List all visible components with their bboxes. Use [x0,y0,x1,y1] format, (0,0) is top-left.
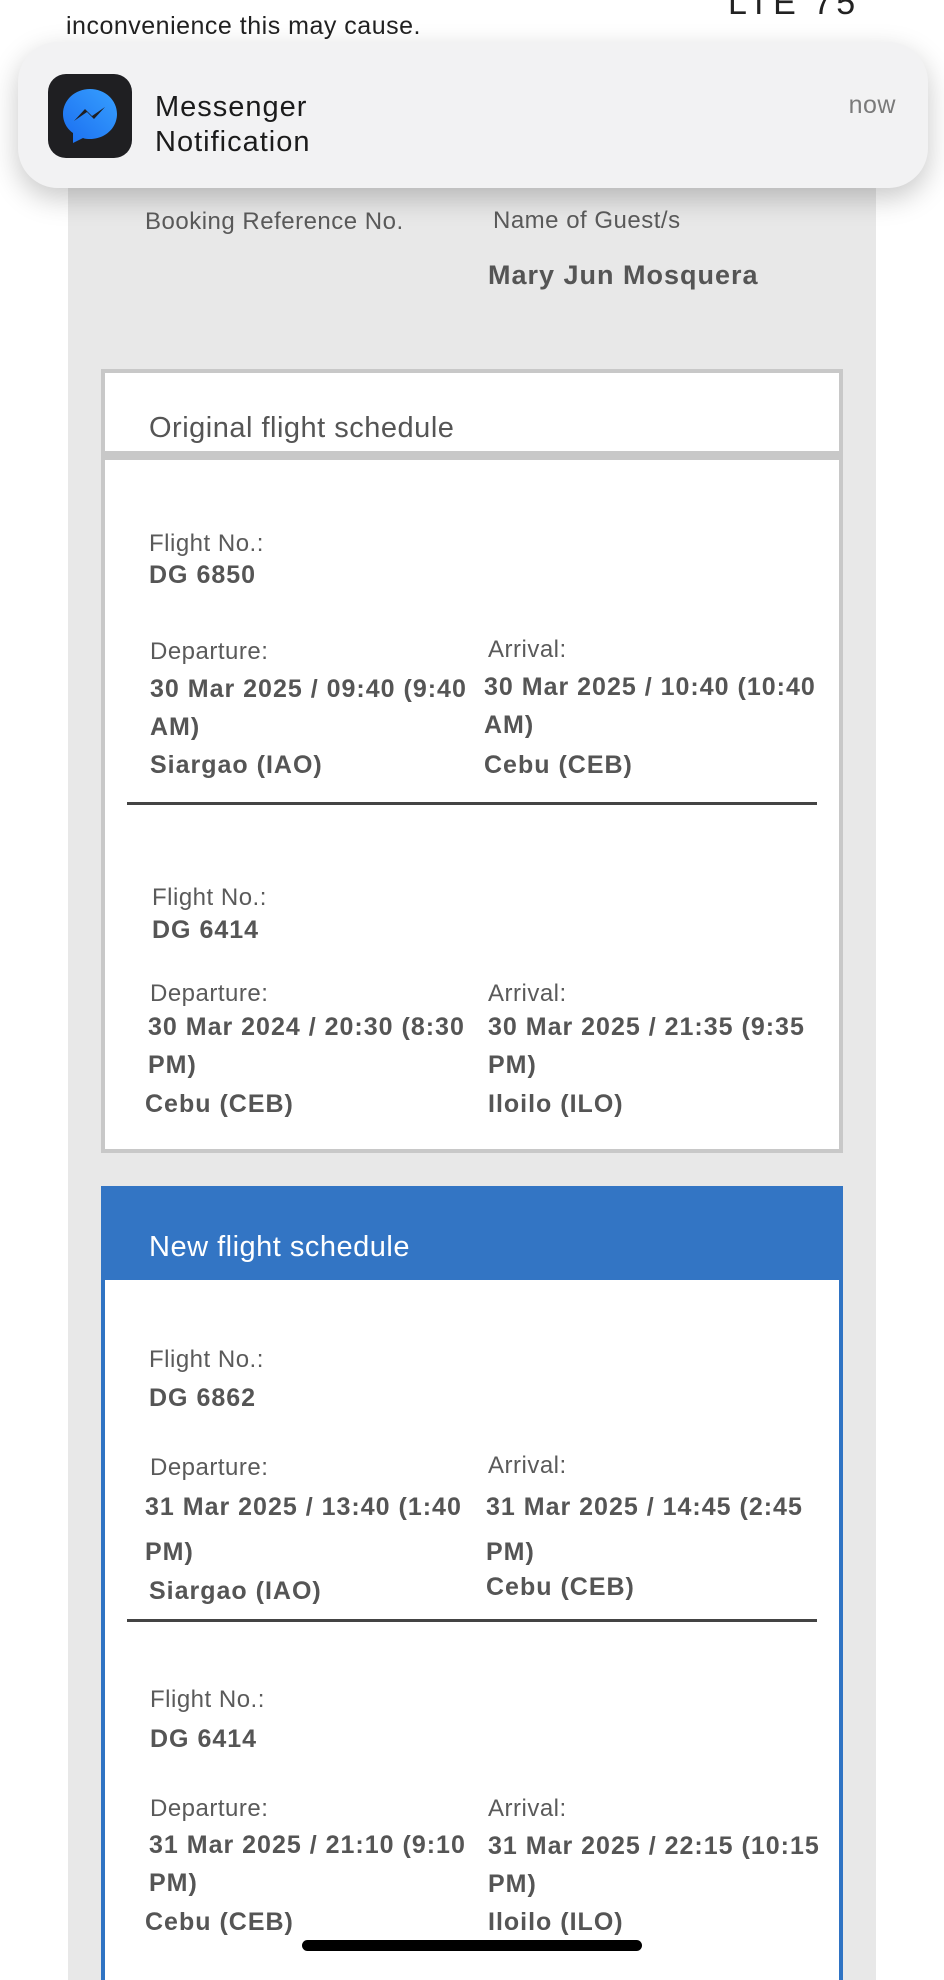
status-bar-text: LTE 75 [728,0,860,22]
flight-number-value: DG 6862 [149,1384,257,1412]
flight-number-label: Flight No.: [152,884,267,911]
arrival-airport: Cebu (CEB) [484,751,633,779]
new-schedule-title: New flight schedule [149,1231,410,1263]
notification-title: Messenger Notification [155,91,311,158]
arrival-time: 30 Mar 2025 / 21:35 (9:35 PM) [488,1013,805,1079]
departure-time: 31 Mar 2025 / 13:40 (1:40 PM) [145,1493,462,1566]
guest-name-value: Mary Jun Mosquera [488,260,759,290]
departure-airport: Siargao (IAO) [149,1577,322,1605]
departure-airport: Cebu (CEB) [145,1908,294,1936]
departure-time: 31 Mar 2025 / 21:10 (9:10 PM) [149,1831,466,1897]
original-schedule-title: Original flight schedule [149,412,455,444]
arrival-label: Arrival: [488,1795,567,1822]
notification-time: now [848,91,896,119]
arrival-airport: Iloilo (ILO) [488,1908,624,1936]
email-intro-text: inconvenience this may cause. [66,12,421,40]
notification-banner[interactable]: Messenger Notification now [18,42,928,188]
departure-label: Departure: [150,638,269,665]
flight-number-label: Flight No.: [149,1346,264,1373]
arrival-airport: Iloilo (ILO) [488,1090,624,1118]
arrival-time: 30 Mar 2025 / 10:40 (10:40 AM) [484,673,816,739]
flight-divider [127,802,817,805]
messenger-icon [48,74,132,158]
home-indicator[interactable] [302,1940,642,1951]
arrival-label: Arrival: [488,980,567,1007]
departure-label: Departure: [150,1454,269,1481]
flight-number-value: DG 6850 [149,561,257,589]
original-schedule-header-divider [101,451,843,460]
flight-number-label: Flight No.: [149,530,264,557]
arrival-label: Arrival: [488,1452,567,1479]
departure-airport: Siargao (IAO) [150,751,323,779]
guest-name-label: Name of Guest/s [493,207,681,234]
departure-label: Departure: [150,1795,269,1822]
flight-number-value: DG 6414 [150,1725,258,1753]
flight-number-label: Flight No.: [150,1686,265,1713]
arrival-airport: Cebu (CEB) [486,1573,635,1601]
booking-reference-label: Booking Reference No. [145,208,404,235]
departure-label: Departure: [150,980,269,1007]
departure-time: 30 Mar 2025 / 09:40 (9:40 AM) [150,675,467,741]
arrival-label: Arrival: [488,636,567,663]
arrival-time: 31 Mar 2025 / 14:45 (2:45 PM) [486,1493,803,1566]
departure-airport: Cebu (CEB) [145,1090,294,1118]
arrival-time: 31 Mar 2025 / 22:15 (10:15 PM) [488,1832,820,1898]
departure-time: 30 Mar 2024 / 20:30 (8:30 PM) [148,1013,465,1079]
flight-number-value: DG 6414 [152,916,260,944]
flight-divider [127,1619,817,1622]
